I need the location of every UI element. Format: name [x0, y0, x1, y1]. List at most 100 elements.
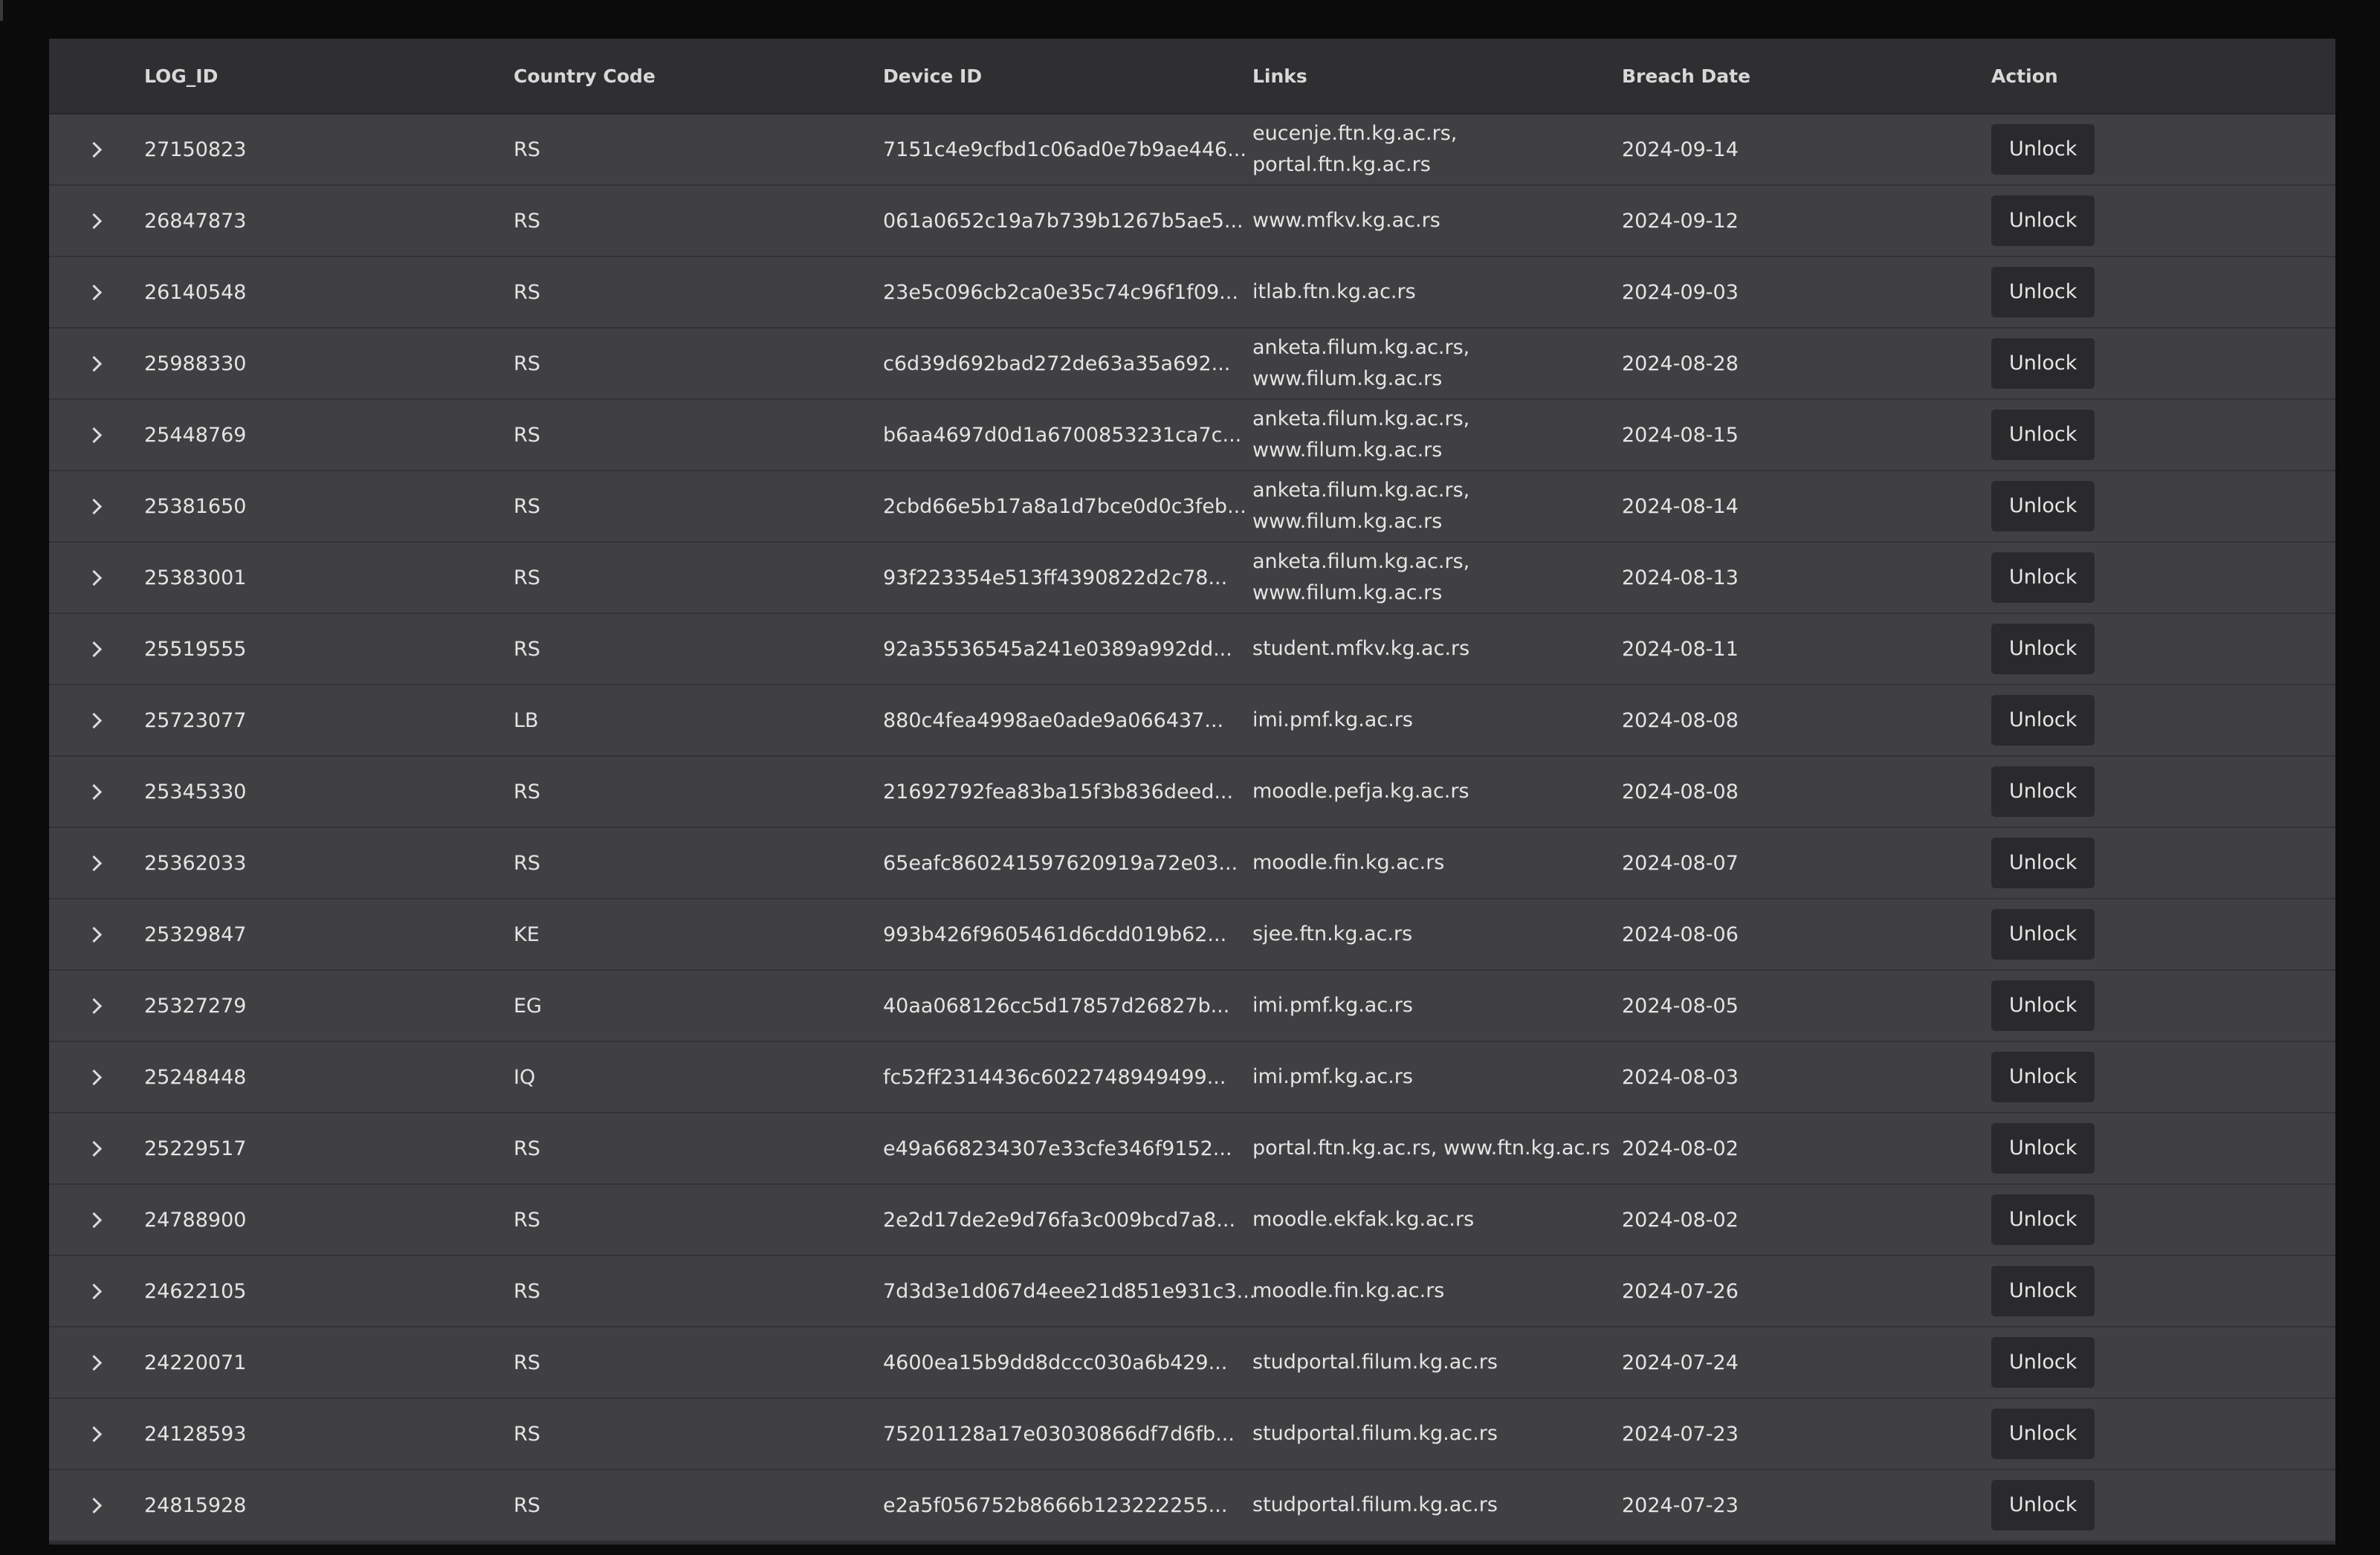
unlock-button[interactable]: Unlock: [1991, 267, 2095, 317]
table-row[interactable]: 26140548 RS 23e5c096cb2ca0e35c74c96f1f09..…: [49, 257, 2335, 329]
unlock-button[interactable]: Unlock: [1991, 1409, 2095, 1459]
expand-row-button[interactable]: [49, 141, 144, 158]
link-text: studportal.filum.kg.ac.rs: [1252, 1351, 1498, 1374]
expand-row-button[interactable]: [49, 1283, 144, 1299]
table-row[interactable]: 24128593 RS 75201128a17e03030866df7d6fb...…: [49, 1399, 2335, 1470]
expand-row-button[interactable]: [49, 1497, 144, 1513]
top-bar: [0, 0, 2380, 39]
table-row[interactable]: 25248448 IQ fc52ff2314436c6022748949499...…: [49, 1042, 2335, 1113]
expand-row-button[interactable]: [49, 855, 144, 871]
expand-row-button[interactable]: [49, 1426, 144, 1442]
table-row[interactable]: 24815928 RS e2a5f056752b8666b123222255... s…: [49, 1470, 2335, 1542]
chevron-right-icon: [85, 1140, 102, 1157]
header-device-id[interactable]: Device ID: [883, 65, 1252, 87]
chevron-right-icon: [85, 998, 102, 1014]
chevron-right-icon: [85, 641, 102, 657]
chevron-right-icon: [85, 783, 102, 800]
device-id-cell: 2cbd66e5b17a8a1d7bce0d0c3feb...: [883, 494, 1246, 518]
expand-row-button[interactable]: [49, 355, 144, 372]
expand-row-button[interactable]: [49, 926, 144, 943]
unlock-button[interactable]: Unlock: [1991, 1123, 2095, 1174]
unlock-button[interactable]: Unlock: [1991, 552, 2095, 603]
table-row[interactable]: 24622105 RS 7d3d3e1d067d4eee21d851e931c3..…: [49, 1256, 2335, 1328]
links-cell: anketa.filum.kg.ac.rs, www.filum.kg.ac.rs: [1252, 332, 1622, 395]
unlock-button[interactable]: Unlock: [1991, 624, 2095, 674]
unlock-button[interactable]: Unlock: [1991, 909, 2095, 960]
table-row[interactable]: 25329847 KE 993b426f9605461d6cdd019b62... s…: [49, 899, 2335, 971]
header-country-code[interactable]: Country Code: [514, 65, 883, 87]
chevron-right-icon: [85, 569, 102, 586]
expand-row-button[interactable]: [49, 213, 144, 229]
country-code-cell: RS: [514, 637, 540, 661]
breach-date-cell: 2024-08-11: [1622, 637, 1739, 661]
unlock-button[interactable]: Unlock: [1991, 1194, 2095, 1245]
breach-date-cell: 2024-08-02: [1622, 1208, 1739, 1232]
expand-row-button[interactable]: [49, 427, 144, 443]
expand-row-button[interactable]: [49, 998, 144, 1014]
table-body: 27150823 RS 7151c4e9cfbd1c06ad0e7b9ae446..…: [49, 114, 2335, 1542]
link-text: sjee.ftn.kg.ac.rs: [1252, 922, 1413, 945]
breach-date-cell: 2024-08-05: [1622, 994, 1739, 1018]
header-breach-date[interactable]: Breach Date: [1622, 65, 1991, 87]
table-row[interactable]: 25229517 RS e49a668234307e33cfe346f9152...…: [49, 1113, 2335, 1185]
expand-row-button[interactable]: [49, 1354, 144, 1371]
links-cell: moodle.fin.kg.ac.rs: [1252, 847, 1622, 879]
table-row[interactable]: 25723077 LB 880c4fea4998ae0ade9a066437... i…: [49, 685, 2335, 757]
links-cell: portal.ftn.kg.ac.rs, www.ftn.kg.ac.rs: [1252, 1133, 1622, 1164]
table-row[interactable]: 25988330 RS c6d39d692bad272de63a35a692... a…: [49, 329, 2335, 400]
unlock-button[interactable]: Unlock: [1991, 980, 2095, 1031]
links-cell: imi.pmf.kg.ac.rs: [1252, 705, 1622, 736]
expand-row-button[interactable]: [49, 569, 144, 586]
link-text: itlab.ftn.kg.ac.rs: [1252, 280, 1416, 303]
unlock-button[interactable]: Unlock: [1991, 338, 2095, 389]
link-text: studportal.filum.kg.ac.rs: [1252, 1422, 1498, 1445]
expand-row-button[interactable]: [49, 1140, 144, 1157]
action-cell: Unlock: [1991, 1194, 2335, 1245]
country-code-cell: EG: [514, 994, 542, 1018]
table-row[interactable]: 24788900 RS 2e2d17de2e9d76fa3c009bcd7a8...…: [49, 1185, 2335, 1256]
table-row[interactable]: 25345330 RS 21692792fea83ba15f3b836deed...…: [49, 757, 2335, 828]
unlock-button[interactable]: Unlock: [1991, 410, 2095, 460]
action-cell: Unlock: [1991, 1337, 2335, 1388]
unlock-button[interactable]: Unlock: [1991, 838, 2095, 888]
chevron-right-icon: [85, 1426, 102, 1442]
unlock-button[interactable]: Unlock: [1991, 195, 2095, 246]
unlock-button[interactable]: Unlock: [1991, 1266, 2095, 1316]
device-id-cell: 4600ea15b9dd8dccc030a6b429...: [883, 1351, 1228, 1374]
unlock-button[interactable]: Unlock: [1991, 695, 2095, 746]
expand-row-button[interactable]: [49, 1212, 144, 1228]
action-cell: Unlock: [1991, 481, 2335, 531]
log-id-cell: 25229517: [144, 1137, 247, 1160]
table-row[interactable]: 25327279 EG 40aa068126cc5d17857d26827b... i…: [49, 971, 2335, 1042]
expand-row-button[interactable]: [49, 498, 144, 514]
header-log-id[interactable]: LOG_ID: [144, 65, 514, 87]
header-links[interactable]: Links: [1252, 65, 1622, 87]
unlock-button[interactable]: Unlock: [1991, 1052, 2095, 1102]
unlock-button[interactable]: Unlock: [1991, 766, 2095, 817]
device-id-cell: 65eafc860241597620919a72e03...: [883, 851, 1238, 875]
links-cell: moodle.ekfak.kg.ac.rs: [1252, 1204, 1622, 1235]
table-row[interactable]: 24220071 RS 4600ea15b9dd8dccc030a6b429... s…: [49, 1328, 2335, 1399]
links-cell: anketa.filum.kg.ac.rs, www.filum.kg.ac.rs: [1252, 404, 1622, 466]
expand-row-button[interactable]: [49, 783, 144, 800]
expand-row-button[interactable]: [49, 284, 144, 300]
expand-row-button[interactable]: [49, 641, 144, 657]
device-id-cell: fc52ff2314436c6022748949499...: [883, 1065, 1226, 1089]
unlock-button[interactable]: Unlock: [1991, 1337, 2095, 1388]
table-row[interactable]: 25381650 RS 2cbd66e5b17a8a1d7bce0d0c3feb..…: [49, 471, 2335, 543]
expand-row-button[interactable]: [49, 712, 144, 728]
unlock-button[interactable]: Unlock: [1991, 124, 2095, 175]
table-row[interactable]: 26847873 RS 061a0652c19a7b739b1267b5ae5...…: [49, 186, 2335, 257]
link-text: imi.pmf.kg.ac.rs: [1252, 994, 1413, 1017]
table-row[interactable]: 27150823 RS 7151c4e9cfbd1c06ad0e7b9ae446..…: [49, 114, 2335, 186]
expand-row-button[interactable]: [49, 1069, 144, 1085]
table-row[interactable]: 25519555 RS 92a35536545a241e0389a992dd... s…: [49, 614, 2335, 685]
country-code-cell: RS: [514, 138, 540, 161]
link-text: www.filum.kg.ac.rs: [1252, 439, 1443, 462]
unlock-button[interactable]: Unlock: [1991, 481, 2095, 531]
table-row[interactable]: 25362033 RS 65eafc860241597620919a72e03...…: [49, 828, 2335, 899]
table-row[interactable]: 25448769 RS b6aa4697d0d1a6700853231ca7c...…: [49, 400, 2335, 471]
table-row[interactable]: 25383001 RS 93f223354e513ff4390822d2c78...…: [49, 543, 2335, 614]
unlock-button[interactable]: Unlock: [1991, 1480, 2095, 1530]
link-text: student.mfkv.kg.ac.rs: [1252, 637, 1470, 660]
